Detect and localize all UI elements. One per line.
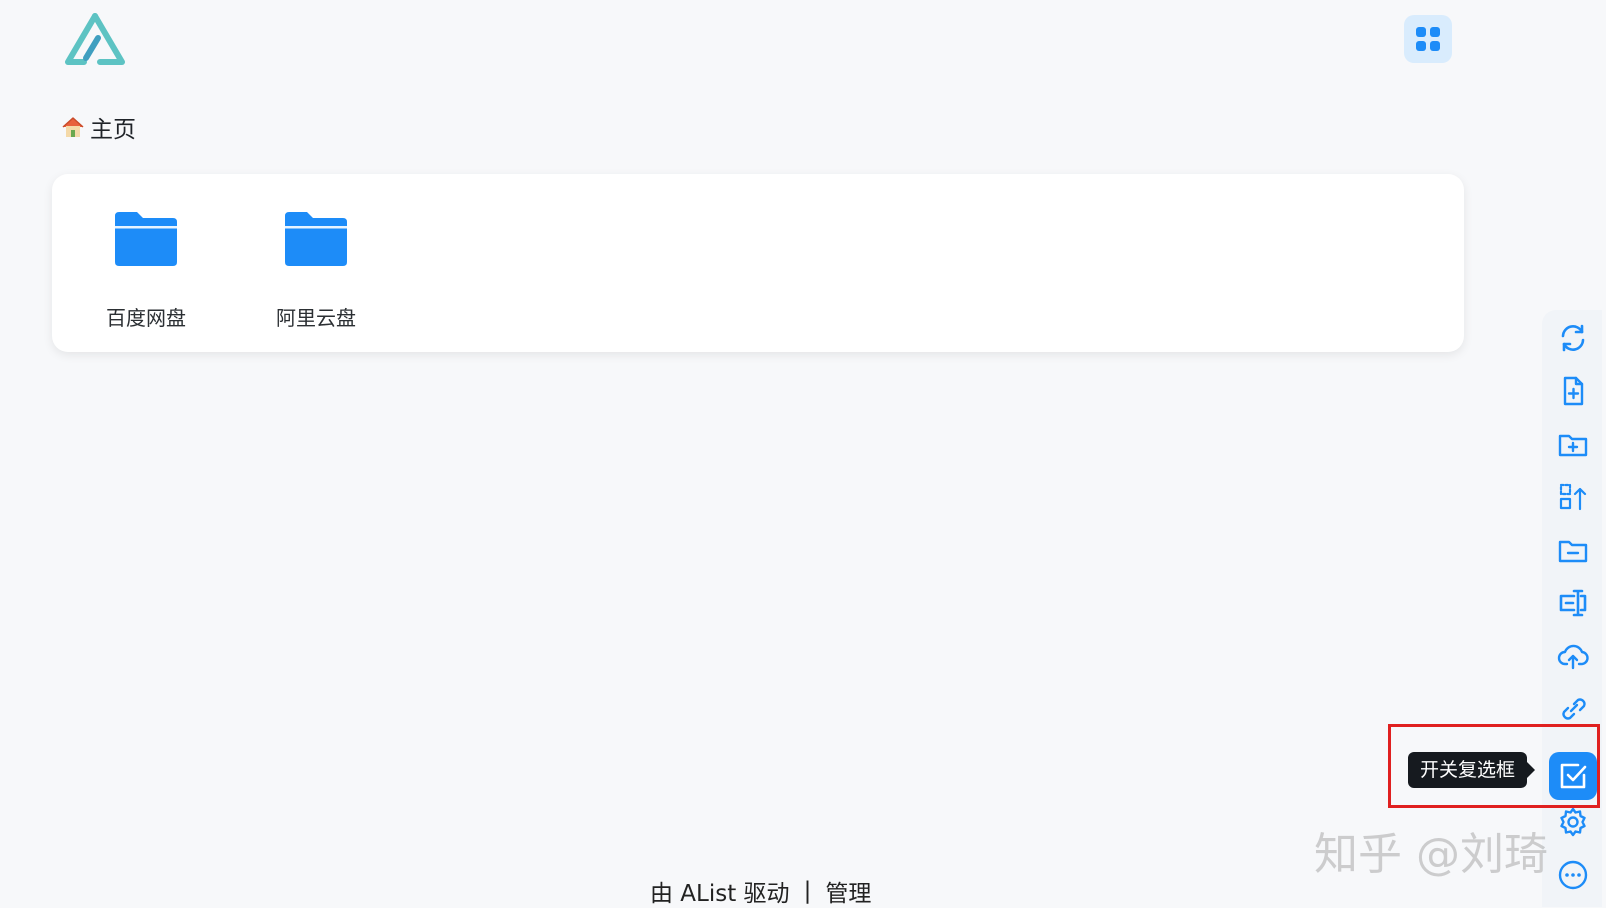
- annotation-highlight-box: [1388, 724, 1600, 808]
- alist-logo[interactable]: [64, 12, 126, 66]
- folder-name: 阿里云盘: [276, 306, 356, 330]
- folder-item[interactable]: 阿里云盘: [256, 208, 376, 331]
- powered-by-text: 由 AList 驱动: [650, 881, 790, 907]
- folder-minus-icon: [1558, 540, 1588, 563]
- move-selection-button[interactable]: [1556, 480, 1590, 514]
- folder-icon: [115, 212, 177, 266]
- footer: 由 AList 驱动 | 管理: [650, 874, 871, 908]
- house-icon: [62, 117, 84, 137]
- breadcrumb: 主页: [60, 110, 136, 144]
- grid-icon: [1416, 27, 1440, 51]
- new-file-button[interactable]: [1556, 374, 1590, 408]
- rename-icon: [1559, 589, 1587, 617]
- folder-item[interactable]: 百度网盘: [86, 208, 206, 331]
- link-icon: [1562, 698, 1586, 720]
- folder-name: 百度网盘: [106, 306, 186, 330]
- move-selection-icon: [1559, 483, 1587, 511]
- upload-button[interactable]: [1556, 639, 1590, 673]
- new-folder-button[interactable]: [1556, 427, 1590, 461]
- manage-link[interactable]: 管理: [825, 874, 871, 908]
- more-button[interactable]: [1556, 858, 1590, 892]
- footer-separator: |: [803, 878, 812, 904]
- link-button[interactable]: [1556, 692, 1590, 726]
- refresh-button[interactable]: [1556, 321, 1590, 355]
- folder-minus-button[interactable]: [1556, 533, 1590, 567]
- settings-button[interactable]: [1556, 805, 1590, 839]
- new-file-icon: [1563, 376, 1584, 406]
- watermark: 知乎 @刘琦: [1314, 829, 1548, 880]
- new-folder-icon: [1558, 434, 1588, 457]
- settings-icon: [1560, 807, 1586, 837]
- more-icon: [1558, 860, 1588, 890]
- folder-icon: [285, 212, 347, 266]
- layout-switch-button[interactable]: [1404, 15, 1452, 63]
- refresh-icon: [1561, 324, 1585, 352]
- upload-icon: [1557, 644, 1589, 670]
- breadcrumb-home-link[interactable]: 主页: [90, 110, 136, 144]
- file-list-card: 百度网盘 阿里云盘: [52, 174, 1464, 352]
- rename-button[interactable]: [1556, 586, 1590, 620]
